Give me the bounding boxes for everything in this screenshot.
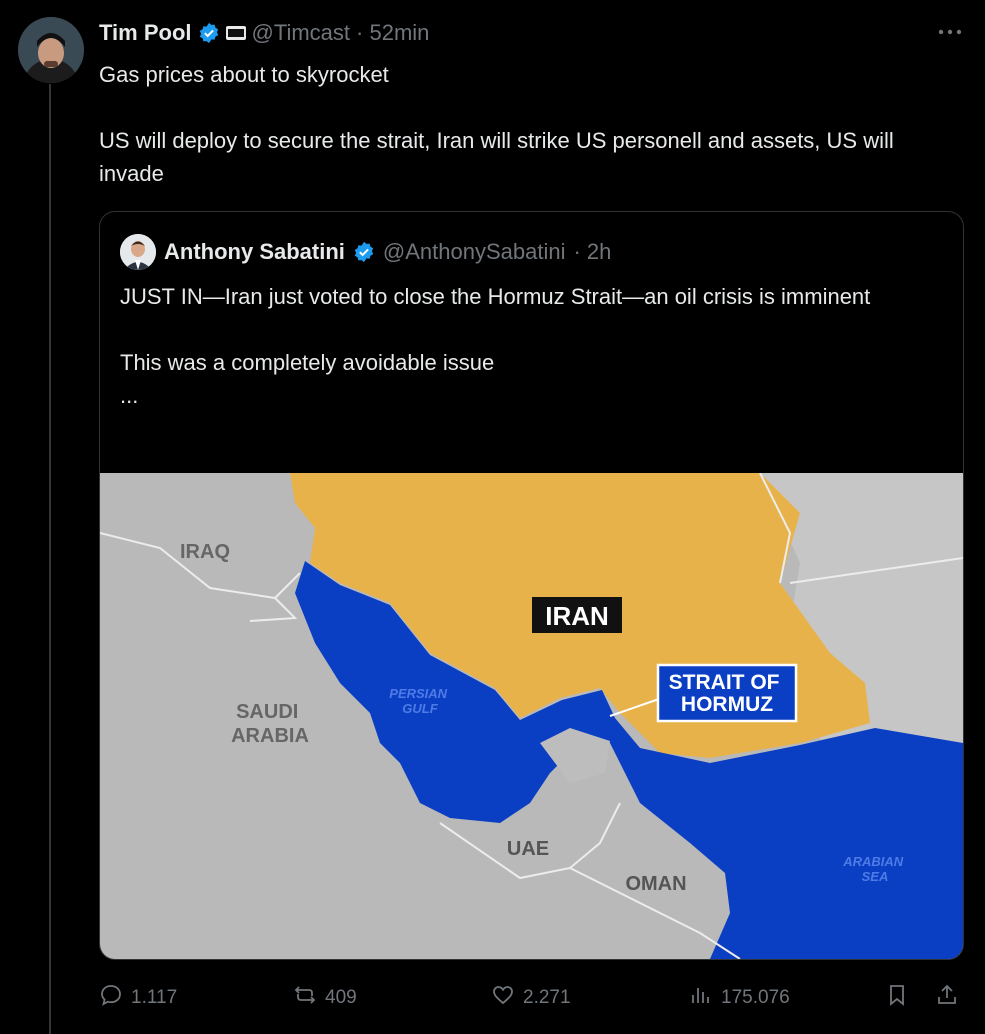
tweet-text: Gas prices about to skyrocket US will de… — [99, 62, 894, 186]
label-strait-line2: HORMUZ — [681, 693, 773, 716]
quoted-tweet[interactable]: Anthony Sabatini @AnthonySabatini · 2h J… — [99, 211, 964, 960]
label-sea-line2: SEA — [862, 869, 889, 884]
views-button[interactable]: 175.076 — [689, 982, 790, 1014]
label-strait: STRAIT OF HORMUZ — [669, 671, 786, 716]
like-button[interactable]: 2.271 — [491, 982, 571, 1014]
label-saudi-line1: SAUDI — [236, 701, 298, 723]
label-gulf-line1: PERSIAN — [389, 686, 447, 701]
repost-count: 409 — [325, 987, 357, 1008]
label-uae: UAE — [507, 838, 549, 860]
heart-icon — [491, 983, 515, 1013]
strait-of-hormuz-map[interactable]: IRAQ IRAN SAUDI ARABIA PERSIAN GULF STRA… — [100, 473, 963, 959]
quote-author-name[interactable]: Anthony Sabatini — [164, 239, 345, 265]
tweet-time[interactable]: · 52min — [356, 20, 429, 46]
label-strait-line1: STRAIT OF — [669, 671, 780, 694]
label-gulf-line2: GULF — [402, 701, 438, 716]
quote-time: · 2h — [573, 239, 612, 264]
author-name[interactable]: Tim Pool — [99, 20, 192, 46]
verified-badge-icon — [198, 22, 220, 44]
label-oman: OMAN — [625, 873, 686, 895]
quote-header: Anthony Sabatini @AnthonySabatini · 2h — [120, 234, 611, 270]
tweet-header: Tim Pool @Timcast · 52min — [99, 18, 429, 48]
author-handle[interactable]: @Timcast — [252, 20, 351, 46]
label-sea-line1: ARABIAN — [842, 854, 904, 869]
views-icon — [689, 983, 713, 1013]
label-saudi-line2: ARABIA — [231, 725, 309, 747]
reply-button[interactable]: 1.117 — [99, 982, 177, 1014]
repost-icon — [293, 983, 317, 1013]
verified-badge-icon — [353, 241, 375, 263]
reply-icon — [99, 983, 123, 1013]
affiliation-badge-icon[interactable] — [225, 26, 246, 40]
avatar[interactable] — [18, 17, 84, 83]
quote-text: JUST IN—Iran just voted to close the Hor… — [120, 284, 871, 408]
thread-line — [49, 84, 51, 1034]
bookmark-button[interactable] — [885, 982, 909, 1014]
like-count: 2.271 — [523, 987, 571, 1008]
quote-avatar — [120, 234, 156, 270]
bookmark-icon — [885, 983, 909, 1013]
repost-button[interactable]: 409 — [293, 982, 357, 1014]
label-iran: IRAN — [545, 601, 609, 631]
more-icon[interactable] — [935, 22, 965, 42]
quote-handle: @AnthonySabatini — [382, 239, 566, 264]
reply-count: 1.117 — [131, 987, 178, 1008]
share-icon — [935, 983, 959, 1013]
views-count: 175.076 — [721, 987, 790, 1008]
label-iraq: IRAQ — [180, 541, 230, 563]
action-bar: 1.117 409 2.271 175.076 — [99, 982, 969, 1014]
share-button[interactable] — [935, 982, 959, 1014]
